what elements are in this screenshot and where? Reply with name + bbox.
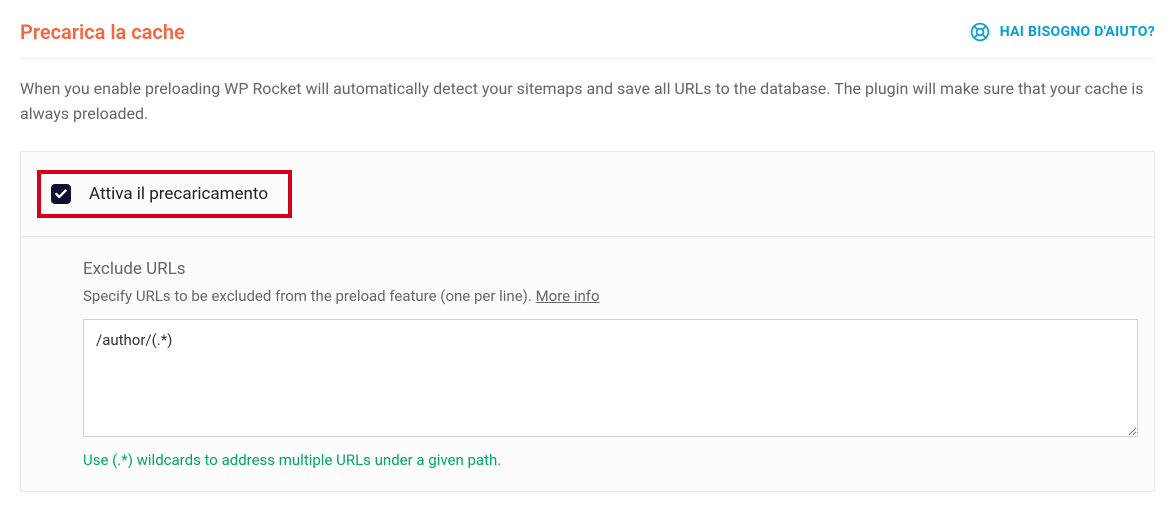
wildcard-hint: Use (.*) wildcards to address multiple U… xyxy=(83,451,1138,469)
section-header: Precarica la cache HAI BISOGNO D'AIUTO? xyxy=(20,20,1155,59)
exclude-urls-title: Exclude URLs xyxy=(83,259,1138,279)
exclude-desc-text: Specify URLs to be excluded from the pre… xyxy=(83,287,536,305)
exclude-urls-section: Exclude URLs Specify URLs to be excluded… xyxy=(21,237,1154,491)
exclude-urls-textarea[interactable] xyxy=(83,319,1138,437)
help-link-label: HAI BISOGNO D'AIUTO? xyxy=(1000,24,1155,40)
help-link[interactable]: HAI BISOGNO D'AIUTO? xyxy=(970,22,1155,42)
more-info-link[interactable]: More info xyxy=(536,287,600,305)
exclude-urls-description: Specify URLs to be excluded from the pre… xyxy=(83,287,1138,305)
enable-preload-label: Attiva il precaricamento xyxy=(89,184,268,204)
check-icon xyxy=(54,187,68,201)
section-description: When you enable preloading WP Rocket wil… xyxy=(20,77,1155,127)
settings-panel: Attiva il precaricamento Exclude URLs Sp… xyxy=(20,151,1155,492)
section-title: Precarica la cache xyxy=(20,20,185,44)
lifebuoy-icon xyxy=(970,22,990,42)
highlight-annotation: Attiva il precaricamento xyxy=(37,170,292,218)
enable-preload-checkbox[interactable] xyxy=(51,184,71,204)
enable-preload-row: Attiva il precaricamento xyxy=(21,152,1154,237)
